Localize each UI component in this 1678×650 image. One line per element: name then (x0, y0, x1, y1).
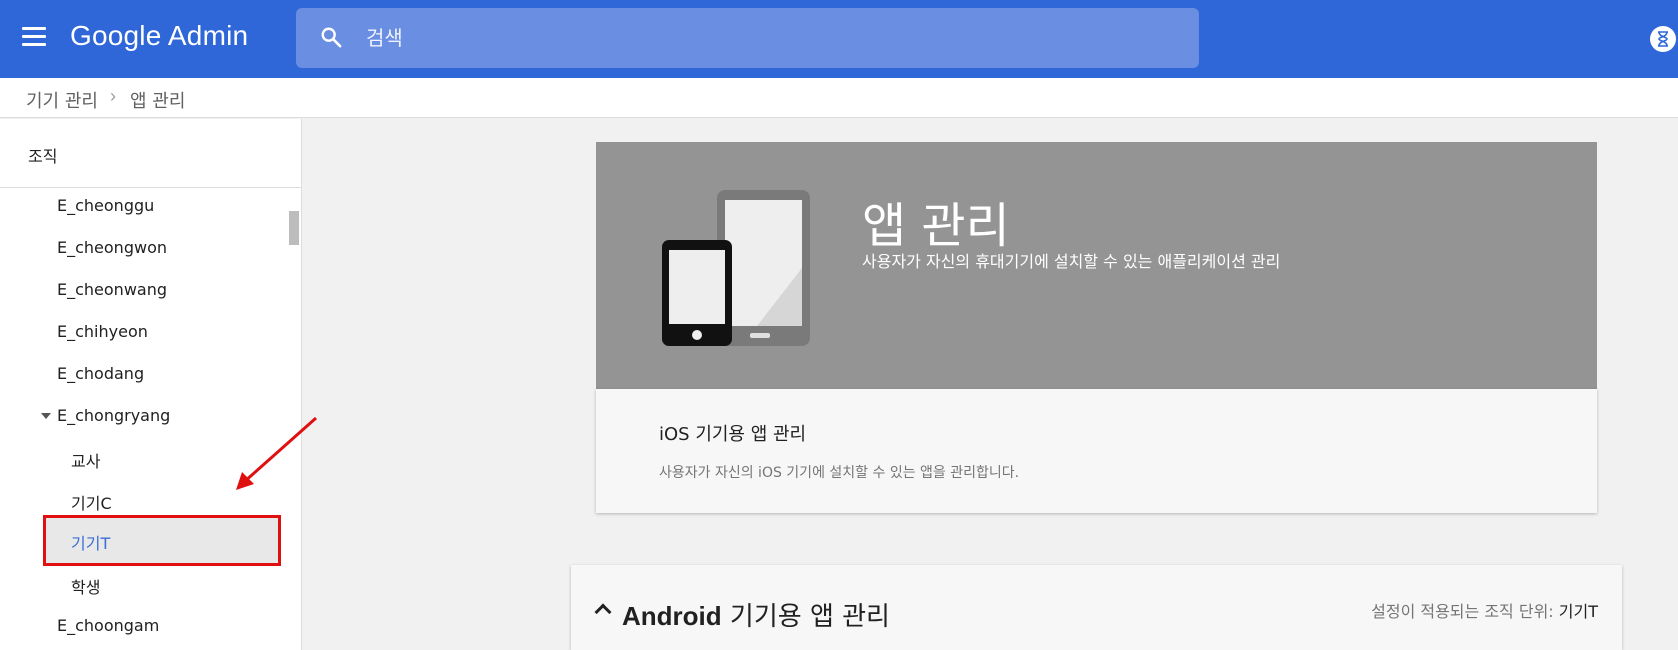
sidebar-title: 조직 (28, 147, 58, 166)
org-item-label: E_cheongwon (57, 238, 167, 257)
org-unit-value: 기기T (1558, 602, 1598, 621)
org-item-label: E_chihyeon (57, 322, 148, 341)
hourglass-icon[interactable] (1650, 26, 1676, 52)
org-item-label: 기기C (71, 494, 112, 513)
android-title-rest: 기기용 앱 관리 (721, 602, 890, 632)
org-item-e-chodang[interactable]: E_chodang (0, 356, 285, 392)
org-item-e-cheonwang[interactable]: E_cheonwang (0, 272, 285, 308)
android-app-management-card[interactable]: Android 기기용 앱 관리 설정이 적용되는 조직 단위: 기기T (571, 565, 1622, 650)
org-unit-sidebar: 조직 E_cheonggu E_cheongwon E_cheonwang E_… (0, 119, 302, 650)
mobile-devices-icon (662, 190, 810, 346)
ios-app-management-card[interactable]: iOS 기기용 앱 관리 사용자가 자신의 iOS 기기에 설치할 수 있는 앱… (596, 389, 1597, 513)
org-item-e-chihyeon[interactable]: E_chihyeon (0, 314, 285, 350)
breadcrumb-app-management: 앱 관리 (130, 91, 186, 112)
page-subtitle: 사용자가 자신의 휴대기기에 설치할 수 있는 애플리케이션 관리 (862, 252, 1281, 271)
caret-down-icon[interactable] (41, 413, 51, 419)
hero-banner: 앱 관리 사용자가 자신의 휴대기기에 설치할 수 있는 애플리케이션 관리 (596, 142, 1597, 389)
annotation-arrow-icon (236, 416, 317, 490)
org-item-e-choongam[interactable]: E_choongam (0, 608, 285, 644)
ios-card-description: 사용자가 자신의 iOS 기기에 설치할 수 있는 앱을 관리합니다. (659, 465, 1020, 481)
ios-card-title: iOS 기기용 앱 관리 (659, 424, 807, 445)
app-logo[interactable]: Google Admin (70, 20, 248, 52)
android-card-title: Android 기기용 앱 관리 (622, 596, 890, 633)
chevron-up-icon[interactable] (594, 603, 612, 621)
org-item-student[interactable]: 학생 (0, 566, 285, 602)
breadcrumb-device-management[interactable]: 기기 관리 (26, 87, 98, 113)
search-icon[interactable] (320, 26, 342, 48)
search-input[interactable] (366, 8, 1166, 68)
annotation-highlight-box (43, 515, 281, 566)
applied-org-unit-note: 설정이 적용되는 조직 단위: 기기T (1371, 598, 1598, 622)
page-title: 앱 관리 (862, 198, 1010, 254)
org-unit-label: 설정이 적용되는 조직 단위: (1371, 602, 1559, 621)
search-bar[interactable] (296, 8, 1199, 68)
org-item-label: E_cheonggu (57, 196, 155, 215)
org-item-label: E_chongryang (57, 406, 171, 425)
org-item-e-cheonggu[interactable]: E_cheonggu (0, 188, 285, 224)
android-title-bold: Android (622, 601, 722, 631)
org-item-label: 학생 (71, 578, 101, 597)
sidebar-scrollbar[interactable] (289, 211, 299, 245)
org-item-e-cheongwon[interactable]: E_cheongwon (0, 230, 285, 266)
org-item-label: E_cheonwang (57, 280, 168, 299)
top-app-bar: Google Admin (0, 0, 1678, 78)
org-item-label: 교사 (71, 452, 101, 471)
hamburger-menu-icon[interactable] (22, 27, 48, 49)
chevron-right-icon: › (110, 86, 116, 106)
org-item-label: E_choongam (57, 616, 160, 635)
breadcrumb: 기기 관리 › 앱 관리 (0, 78, 1678, 118)
org-item-label: E_chodang (57, 364, 145, 383)
